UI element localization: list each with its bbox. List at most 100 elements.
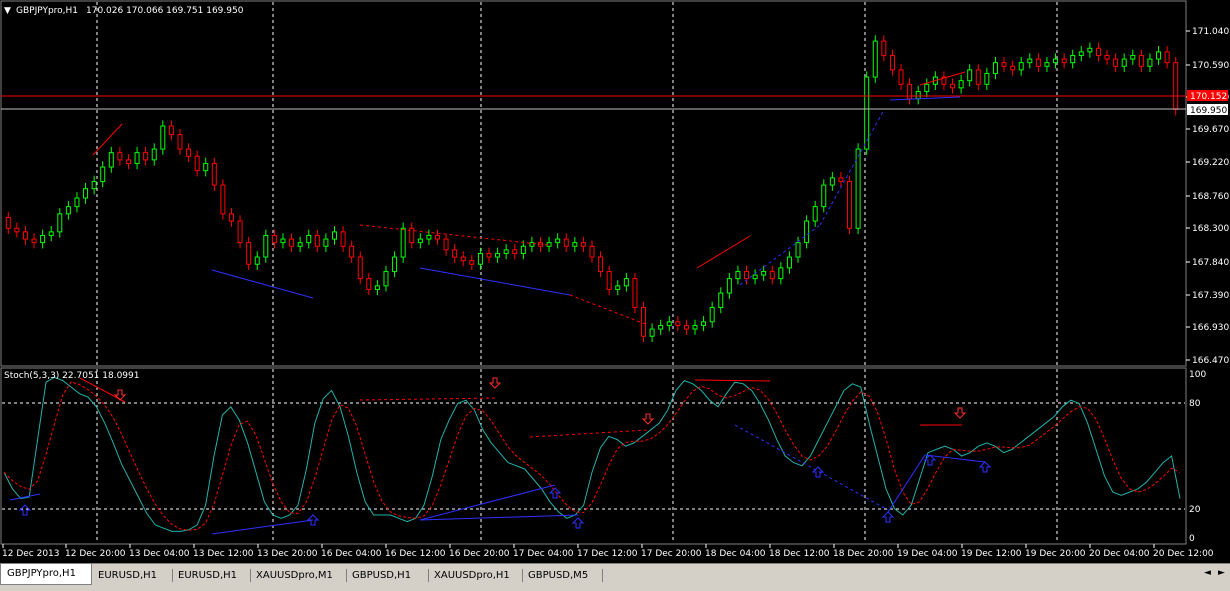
candle-body — [100, 166, 106, 182]
candle-body — [83, 188, 89, 199]
stoch-main-line — [3, 376, 1181, 532]
time-tick-label: 20 Dec 12:00 — [1153, 549, 1214, 559]
candle-body — [915, 90, 921, 100]
symbol-label: GBPJPYpro,H1 — [16, 6, 78, 16]
time-tick-label: 16 Dec 20:00 — [449, 549, 510, 559]
candle-body — [572, 242, 578, 247]
trendline — [9, 493, 41, 501]
trendline — [419, 514, 579, 521]
trendline — [529, 429, 649, 438]
candle-body — [306, 234, 312, 244]
candle-body — [314, 234, 320, 247]
candle-body — [512, 249, 518, 254]
time-tick-label: 17 Dec 20:00 — [641, 549, 702, 559]
candle-body — [1078, 51, 1084, 56]
candle-body — [769, 270, 775, 280]
candle-body — [975, 69, 981, 85]
time-tick-label: 18 Dec 12:00 — [769, 549, 830, 559]
trendline — [887, 454, 926, 513]
down-arrow-icon — [113, 389, 127, 401]
time-tick-label: 16 Dec 04:00 — [321, 549, 382, 559]
up-arrow-icon — [881, 511, 895, 523]
candle-body — [1087, 47, 1093, 53]
candle-body — [434, 234, 440, 240]
price-panel — [0, 0, 1187, 367]
chart-tab[interactable]: EURUSD,H1 — [92, 566, 172, 585]
price-tick-label: 168.300 — [1192, 224, 1229, 234]
candle-body — [726, 278, 732, 294]
time-tick-label: 19 Dec 20:00 — [1025, 549, 1086, 559]
candle-body — [786, 256, 792, 269]
chart-tab[interactable]: XAUUSDpro,H1 — [428, 566, 522, 585]
candle-body — [623, 278, 629, 287]
symbol-dropdown-icon[interactable]: ▼ — [4, 6, 11, 16]
candle-body — [675, 321, 681, 326]
price-tick-label: 170.590 — [1192, 61, 1229, 71]
candle-body — [340, 231, 346, 247]
scroll-left-icon[interactable]: ◄ — [1202, 567, 1213, 580]
candle-body — [203, 162, 209, 172]
candle-body — [40, 234, 46, 244]
stoch-level-label: 20 — [1189, 505, 1201, 515]
time-tick-label: 17 Dec 12:00 — [577, 549, 638, 559]
trendline — [419, 484, 556, 521]
candle-body — [555, 238, 561, 244]
candle-body — [1061, 58, 1067, 64]
candle-body — [374, 285, 380, 290]
candle-body — [1130, 54, 1136, 60]
candle-body — [48, 231, 54, 236]
candle-body — [477, 252, 483, 265]
candle-body — [220, 184, 226, 215]
candle-body — [1010, 65, 1016, 71]
down-arrow-icon — [488, 377, 502, 389]
candle-body — [400, 227, 406, 258]
price-tick-label: 168.760 — [1192, 192, 1229, 202]
candle-body — [1147, 58, 1153, 67]
candle-body — [666, 321, 672, 326]
up-arrow-icon — [18, 504, 32, 516]
candle-body — [1027, 58, 1033, 64]
time-tick-label: 12 Dec 2013 — [2, 549, 60, 559]
candle-body — [117, 152, 123, 161]
stoch-level-label: 0 — [1189, 534, 1195, 544]
time-tick-label: 18 Dec 04:00 — [705, 549, 766, 559]
candle-body — [812, 206, 818, 222]
chart-canvas[interactable]: 171.040170.590170.130169.670169.220168.7… — [0, 0, 1230, 563]
candle-body — [143, 152, 149, 161]
chart-tab[interactable]: EURUSD,H1 — [172, 566, 250, 585]
candle-body — [847, 180, 853, 229]
candle-body — [829, 177, 835, 186]
candle-body — [1001, 62, 1007, 67]
chart-area[interactable]: 171.040170.590170.130169.670169.220168.7… — [0, 0, 1230, 563]
candle-body — [992, 62, 998, 74]
candle-body — [254, 256, 260, 265]
candle-body — [598, 256, 604, 272]
candle-body — [125, 159, 131, 164]
candle-body — [65, 206, 71, 215]
down-arrow-icon — [641, 413, 655, 425]
chart-tab[interactable]: GBPUSD,H1 — [346, 566, 428, 585]
price-tick-label: 166.470 — [1192, 356, 1229, 366]
chart-tab[interactable]: XAUUSDpro,M1 — [250, 566, 346, 585]
candle-body — [778, 267, 784, 280]
candle-body — [641, 306, 647, 337]
candle-body — [761, 270, 767, 276]
indicator-panel — [0, 367, 1187, 545]
candle-body — [134, 152, 140, 164]
chart-tab[interactable]: GBPUSD,M5 — [522, 566, 602, 585]
candle-body — [263, 234, 269, 258]
candle-body — [804, 220, 810, 244]
candle-body — [950, 83, 956, 89]
chart-tab[interactable]: GBPJPYpro,H1 — [0, 564, 92, 585]
chart-tab-bar: GBPJPYpro,H1 EURUSD,H1 EURUSD,H1 XAUUSDpro,… — [0, 563, 1230, 591]
candle-body — [14, 227, 20, 233]
candle-body — [632, 278, 638, 308]
candle-body — [907, 83, 913, 100]
candle-body — [1104, 54, 1110, 60]
price-tick-label: 167.840 — [1192, 258, 1229, 268]
candle-body — [898, 69, 904, 85]
trendline — [359, 397, 499, 401]
candle-body — [460, 256, 466, 262]
candle-body — [649, 328, 655, 337]
scroll-right-icon[interactable]: ► — [1216, 567, 1227, 580]
